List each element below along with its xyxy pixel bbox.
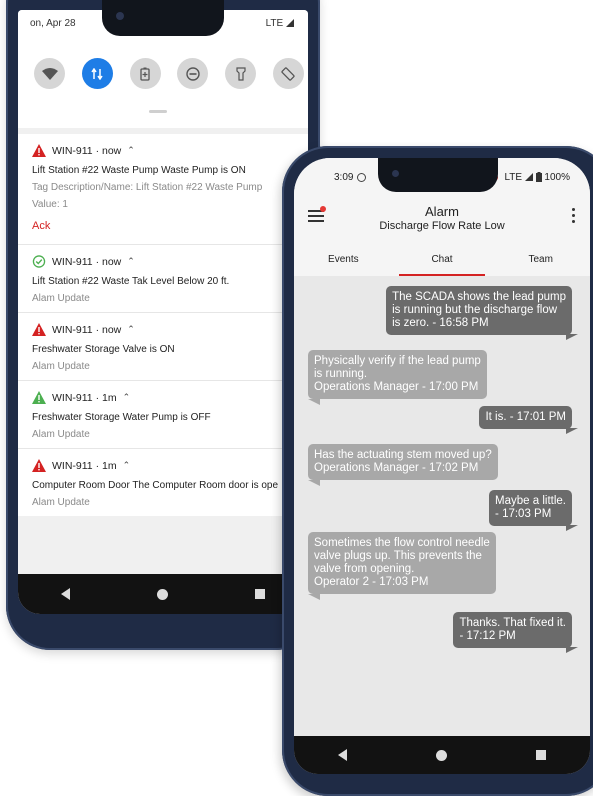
notification-title: Lift Station #22 Waste Tak Level Below 2… bbox=[32, 276, 230, 287]
status-date: on, Apr 28 bbox=[30, 18, 76, 29]
signal-icon bbox=[524, 173, 533, 182]
status-battery: 100% bbox=[544, 172, 570, 183]
tab-events[interactable]: Events bbox=[294, 244, 393, 276]
status-time: 3:09 bbox=[334, 172, 367, 183]
notification-header: WIN-911 · 1m ⌃ bbox=[32, 459, 294, 472]
chat-message-outgoing: Thanks. That fixed it. - 17:12 PM bbox=[453, 612, 578, 653]
back-icon[interactable] bbox=[338, 749, 348, 761]
notification-title: Lift Station #22 Waste Pump Waste Pump i… bbox=[32, 165, 246, 176]
notification-app: WIN-911 · 1m bbox=[52, 391, 117, 404]
notification-subtitle: Alam Update bbox=[32, 429, 90, 440]
notification-subtitle: Alam Update bbox=[32, 361, 90, 372]
chevron-up-icon[interactable]: ⌃ bbox=[127, 256, 135, 267]
notification-subtitle: Alam Update bbox=[32, 497, 90, 508]
warning-icon bbox=[32, 459, 46, 472]
recents-icon[interactable] bbox=[254, 589, 265, 599]
notification-screen: on, Apr 28 LTE WIN-911 · now ⌃ Lift Stat… bbox=[18, 10, 308, 614]
notification-title: Freshwater Storage Valve is ON bbox=[32, 344, 175, 355]
notification-title: Freshwater Storage Water Pump is OFF bbox=[32, 412, 211, 423]
notification-item[interactable]: WIN-911 · 1m ⌃ Freshwater Storage Water … bbox=[18, 381, 308, 449]
recents-icon[interactable] bbox=[535, 750, 546, 760]
notification-header: WIN-911 · now ⌃ bbox=[32, 255, 294, 268]
battery-icon bbox=[535, 172, 542, 183]
phone-chat: 3:09 LTE 100% Alarm Discharge Flow Rate … bbox=[282, 146, 593, 796]
chat-messages: The SCADA shows the lead pump is running… bbox=[294, 276, 590, 736]
camera bbox=[116, 12, 124, 20]
auto-rotate-icon[interactable] bbox=[272, 58, 304, 89]
flashlight-icon[interactable] bbox=[225, 58, 257, 89]
notification-app: WIN-911 · now bbox=[52, 255, 122, 268]
warning-icon bbox=[32, 391, 46, 404]
phone-notch bbox=[102, 0, 224, 36]
status-network: LTE bbox=[266, 18, 294, 29]
notification-subtitle: Tag Description/Name: Lift Station #22 W… bbox=[32, 182, 263, 193]
chat-screen: 3:09 LTE 100% Alarm Discharge Flow Rate … bbox=[294, 158, 590, 774]
chat-message-incoming: Sometimes the flow control needle valve … bbox=[308, 532, 496, 600]
tab-bar: Events Chat Team bbox=[294, 244, 590, 276]
data-transfer-icon[interactable] bbox=[81, 58, 113, 89]
home-icon[interactable] bbox=[156, 588, 168, 600]
notification-app: WIN-911 · now bbox=[52, 323, 122, 336]
chevron-up-icon[interactable]: ⌃ bbox=[127, 324, 135, 335]
warning-icon bbox=[32, 144, 46, 157]
phone-notifications: on, Apr 28 LTE WIN-911 · now ⌃ Lift Stat… bbox=[6, 0, 320, 650]
chevron-up-icon[interactable]: ⌃ bbox=[127, 145, 135, 156]
battery-saver-icon[interactable] bbox=[129, 58, 161, 89]
notification-header: WIN-911 · 1m ⌃ bbox=[32, 391, 294, 404]
tab-chat[interactable]: Chat bbox=[393, 244, 492, 276]
notification-value: Value: 1 bbox=[32, 199, 68, 210]
notification-item[interactable]: WIN-911 · now ⌃ Lift Station #22 Waste T… bbox=[18, 245, 308, 313]
chevron-up-icon[interactable]: ⌃ bbox=[123, 460, 131, 471]
status-network: LTE bbox=[504, 172, 523, 183]
notification-title: Computer Room Door The Computer Room doo… bbox=[32, 480, 279, 491]
chat-message-incoming: Physically verify if the lead pump is ru… bbox=[308, 350, 487, 405]
drag-handle[interactable] bbox=[149, 110, 167, 113]
notification-app: WIN-911 · now bbox=[52, 144, 122, 157]
notification-subtitle: Alam Update bbox=[32, 293, 90, 304]
more-options-icon[interactable] bbox=[572, 208, 576, 224]
app-bar: Alarm Discharge Flow Rate Low bbox=[294, 194, 590, 244]
back-icon[interactable] bbox=[61, 588, 71, 600]
quick-settings-row bbox=[34, 58, 304, 90]
notification-list: WIN-911 · now ⌃ Lift Station #22 Waste P… bbox=[18, 134, 308, 516]
navigation-bar bbox=[18, 574, 308, 614]
navigation-bar bbox=[294, 736, 590, 774]
ack-button[interactable]: Ack bbox=[32, 220, 294, 232]
home-icon[interactable] bbox=[435, 749, 447, 761]
notification-item[interactable]: WIN-911 · now ⌃ Freshwater Storage Valve… bbox=[18, 313, 308, 381]
do-not-disturb-icon[interactable] bbox=[177, 58, 209, 89]
notification-item[interactable]: WIN-911 · 1m ⌃ Computer Room Door The Co… bbox=[18, 449, 308, 516]
phone-notch bbox=[378, 158, 498, 192]
camera bbox=[392, 170, 399, 177]
notification-header: WIN-911 · now ⌃ bbox=[32, 144, 294, 157]
check-circle-icon bbox=[32, 255, 46, 268]
chevron-up-icon[interactable]: ⌃ bbox=[123, 392, 131, 403]
page-title: Alarm bbox=[425, 204, 459, 219]
chat-message-outgoing: Maybe a little. - 17:03 PM bbox=[489, 490, 578, 531]
notification-item[interactable]: WIN-911 · now ⌃ Lift Station #22 Waste P… bbox=[18, 134, 308, 245]
chat-message-incoming: Has the actuating stem moved up? Operati… bbox=[308, 444, 498, 486]
notification-app: WIN-911 · 1m bbox=[52, 459, 117, 472]
chat-message-outgoing: The SCADA shows the lead pump is running… bbox=[386, 286, 578, 340]
status-right: LTE 100% bbox=[491, 172, 570, 183]
record-icon bbox=[357, 172, 367, 182]
notification-header: WIN-911 · now ⌃ bbox=[32, 323, 294, 336]
wifi-icon[interactable] bbox=[34, 58, 65, 89]
page-subtitle: Discharge Flow Rate Low bbox=[379, 220, 505, 232]
chat-message-outgoing: It is. - 17:01 PM bbox=[479, 406, 578, 434]
tab-team[interactable]: Team bbox=[491, 244, 590, 276]
warning-icon bbox=[32, 323, 46, 336]
